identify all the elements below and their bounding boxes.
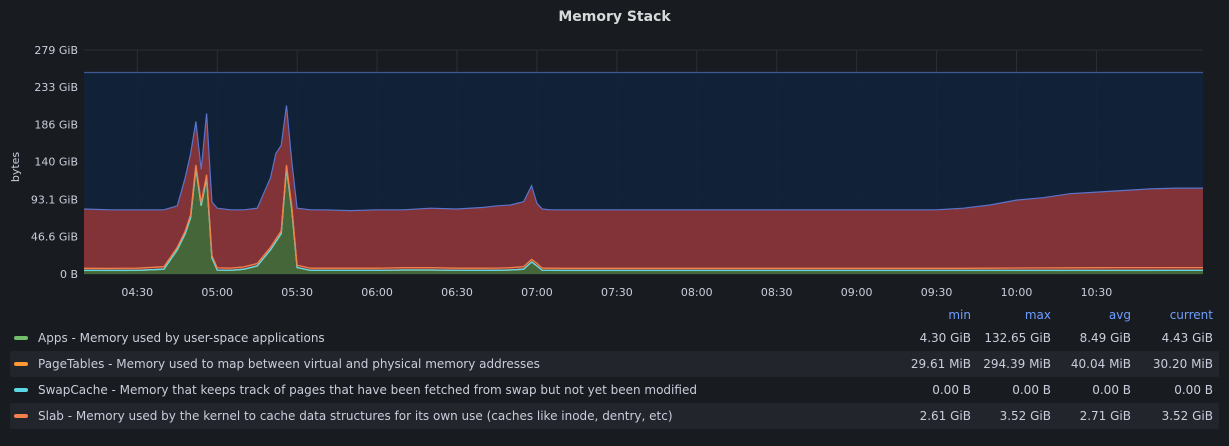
x-tick-label: 10:30 — [1081, 286, 1113, 299]
legend-header-max[interactable]: max — [971, 308, 1051, 322]
y-tick-label: 140 GiB — [34, 156, 78, 169]
x-tick-label: 07:30 — [601, 286, 633, 299]
chart-areas — [83, 71, 1203, 275]
x-tick-label: 05:30 — [281, 286, 313, 299]
x-tick-label: 06:30 — [441, 286, 473, 299]
legend-avg: 8.49 GiB — [1079, 331, 1131, 345]
y-tick-label: 186 GiB — [34, 119, 78, 132]
legend-row-swapcache[interactable]: SwapCache - Memory that keeps track of p… — [10, 377, 1219, 403]
legend-header-current[interactable]: current — [1131, 308, 1219, 322]
legend-swatch-swapcache[interactable] — [14, 388, 28, 392]
legend-current: 4.43 GiB — [1161, 331, 1213, 345]
panel-title: Memory Stack — [558, 9, 671, 25]
y-axis: 0 B 46.6 GiB 93.1 GiB 140 GiB 186 GiB 233 GiB… — [31, 44, 78, 281]
legend-current: 30.20 MiB — [1152, 357, 1213, 371]
legend-min: 29.61 MiB — [910, 357, 971, 371]
legend-avg: 2.71 GiB — [1079, 409, 1131, 423]
legend-header: min max avg current — [10, 305, 1219, 325]
y-axis-label: bytes — [9, 152, 22, 183]
legend-max: 3.52 GiB — [999, 409, 1051, 423]
legend-series-name[interactable]: Apps - Memory used by user-space applica… — [38, 331, 891, 345]
y-tick-label: 279 GiB — [34, 44, 78, 57]
legend-header-min[interactable]: min — [891, 308, 971, 322]
legend-row-apps[interactable]: Apps - Memory used by user-space applica… — [10, 325, 1219, 351]
legend-row-pagetables[interactable]: PageTables - Memory used to map between … — [10, 351, 1219, 377]
legend-avg: 40.04 MiB — [1070, 357, 1131, 371]
x-axis: 04:30 05:00 05:30 06:00 06:30 07:00 07:30 08:00… — [121, 286, 1112, 299]
legend-max: 132.65 GiB — [984, 331, 1051, 345]
legend-min: 2.61 GiB — [919, 409, 971, 423]
y-tick-label: 233 GiB — [34, 81, 78, 94]
x-tick-label: 10:00 — [1001, 286, 1033, 299]
y-tick-label: 93.1 GiB — [31, 193, 78, 206]
legend-swatch-pagetables[interactable] — [14, 362, 28, 366]
legend-min: 0.00 B — [932, 383, 971, 397]
legend-max: 0.00 B — [1012, 383, 1051, 397]
x-tick-label: 05:00 — [201, 286, 233, 299]
x-tick-label: 09:30 — [921, 286, 953, 299]
legend-current: 3.52 GiB — [1161, 409, 1213, 423]
y-tick-label: 0 B — [60, 268, 78, 281]
x-tick-label: 09:00 — [841, 286, 873, 299]
memory-stack-panel: 0 B 46.6 GiB 93.1 GiB 140 GiB 186 GiB 233 GiB… — [0, 0, 1229, 446]
legend-swatch-apps[interactable] — [14, 336, 28, 340]
legend-current: 0.00 B — [1174, 383, 1213, 397]
legend-header-avg[interactable]: avg — [1051, 308, 1131, 322]
legend-swatch-slab[interactable] — [14, 414, 28, 418]
x-tick-label: 08:00 — [681, 286, 713, 299]
legend-series-name[interactable]: PageTables - Memory used to map between … — [38, 357, 891, 371]
memory-stack-chart[interactable]: 0 B 46.6 GiB 93.1 GiB 140 GiB 186 GiB 233 GiB… — [0, 0, 1229, 300]
legend-series-name[interactable]: Slab - Memory used by the kernel to cach… — [38, 409, 891, 423]
y-tick-label: 46.6 GiB — [31, 231, 78, 244]
legend-min: 4.30 GiB — [919, 331, 971, 345]
legend-max: 294.39 MiB — [983, 357, 1051, 371]
legend-avg: 0.00 B — [1092, 383, 1131, 397]
legend-row-slab[interactable]: Slab - Memory used by the kernel to cach… — [10, 403, 1219, 429]
legend-series-name[interactable]: SwapCache - Memory that keeps track of p… — [38, 383, 891, 397]
x-tick-label: 04:30 — [121, 286, 153, 299]
x-tick-label: 07:00 — [521, 286, 553, 299]
x-tick-label: 06:00 — [361, 286, 393, 299]
x-tick-label: 08:30 — [761, 286, 793, 299]
legend-table: min max avg current Apps - Memory used b… — [10, 305, 1219, 429]
